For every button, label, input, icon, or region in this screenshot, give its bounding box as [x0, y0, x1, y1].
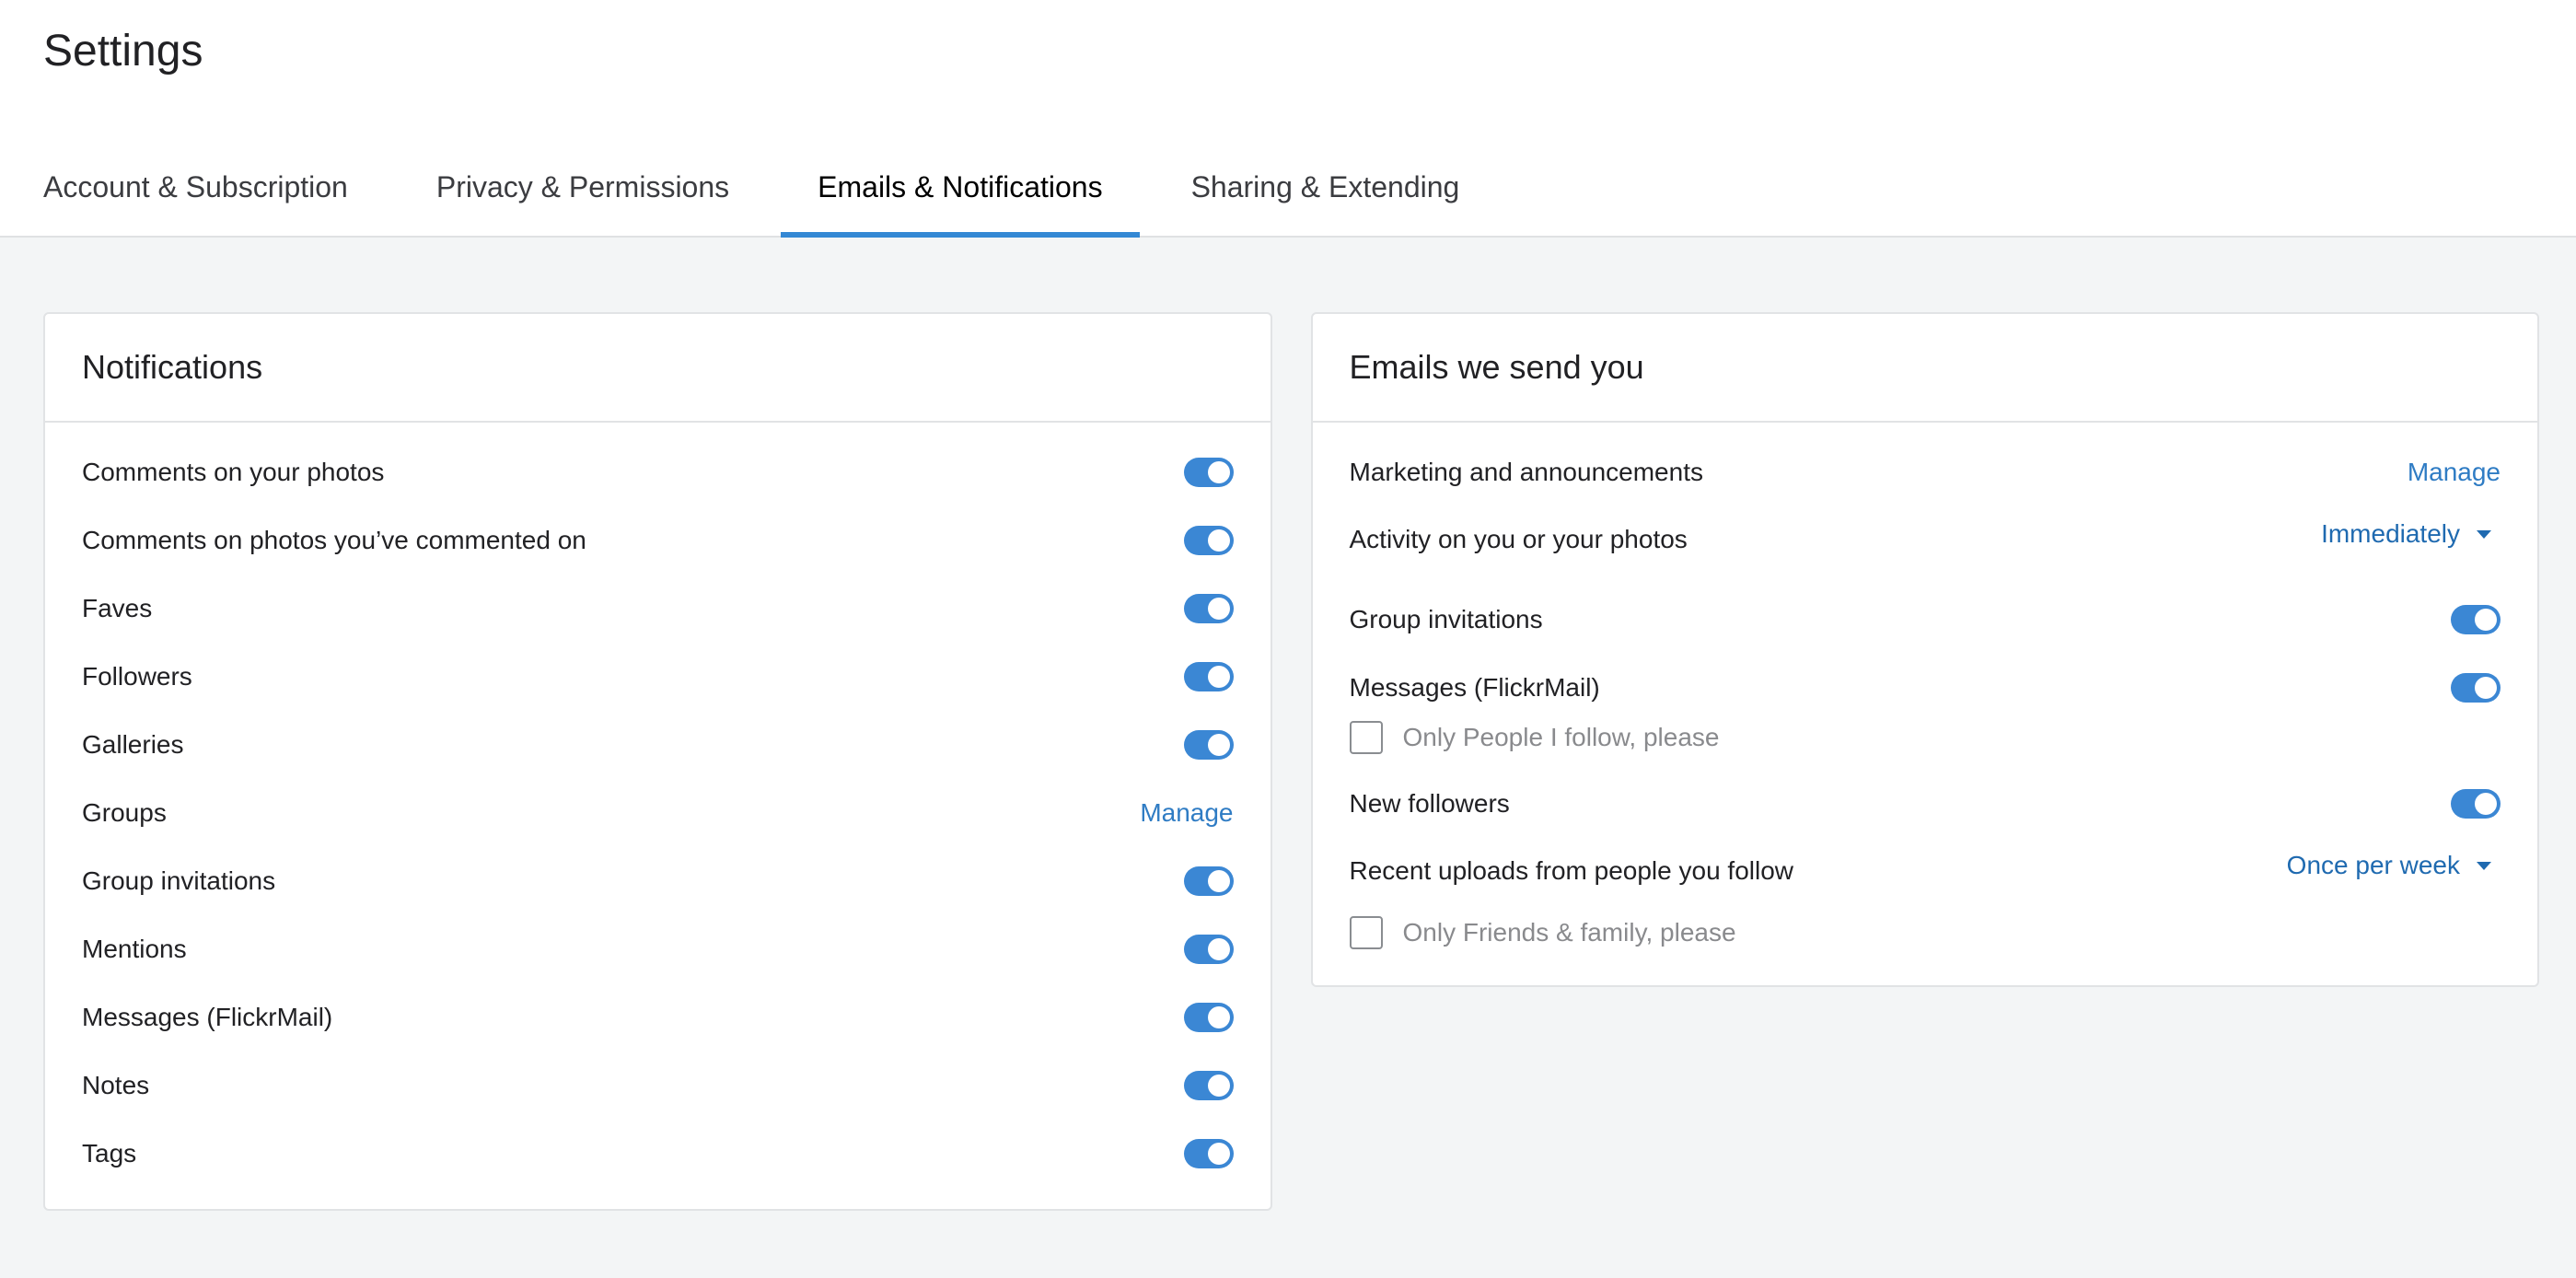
chevron-down-icon: [2477, 861, 2491, 870]
email-label: Group invitations: [1349, 605, 1543, 633]
comments-on-commented-toggle[interactable]: [1183, 526, 1234, 555]
notification-label: Faves: [82, 594, 153, 622]
notifications-panel: Notifications Comments on your photos Co…: [43, 312, 1272, 1211]
settings-header: Settings Account & Subscription Privacy …: [0, 0, 2576, 238]
notification-row-galleries: Galleries: [45, 711, 1271, 779]
notification-row-followers: Followers: [45, 643, 1271, 711]
notification-row-comments-on-photos: Comments on your photos: [45, 438, 1271, 506]
email-row-recent-uploads: Recent uploads from people you follow On…: [1313, 838, 2538, 917]
notification-label: Groups: [82, 798, 167, 827]
notification-row-notes: Notes: [45, 1051, 1271, 1120]
settings-tabs: Account & Subscription Privacy & Permiss…: [0, 142, 1511, 238]
emails-list: Marketing and announcements Manage Activ…: [1313, 423, 2538, 954]
email-row-new-followers: New followers: [1313, 770, 2538, 838]
recent-uploads-frequency-dropdown[interactable]: Once per week: [2287, 851, 2491, 880]
tags-toggle[interactable]: [1183, 1139, 1234, 1168]
email-label: Marketing and announcements: [1349, 458, 1703, 486]
notification-row-groups: Groups Manage: [45, 779, 1271, 847]
faves-toggle[interactable]: [1183, 594, 1234, 623]
email-row-group-invitations: Group invitations: [1313, 586, 2538, 654]
email-row-activity: Activity on you or your photos Immediate…: [1313, 506, 2538, 586]
notes-toggle[interactable]: [1183, 1071, 1234, 1100]
notification-row-messages: Messages (FlickrMail): [45, 983, 1271, 1051]
emails-panel-title: Emails we send you: [1312, 314, 2537, 423]
notification-row-tags: Tags: [45, 1120, 1271, 1188]
followers-toggle[interactable]: [1183, 662, 1234, 691]
notification-label: Followers: [82, 662, 192, 691]
recent-uploads-frequency-value: Once per week: [2286, 851, 2460, 879]
email-messages-toggle[interactable]: [2451, 673, 2501, 703]
notification-row-group-invitations: Group invitations: [45, 847, 1271, 915]
emails-panel: Emails we send you Marketing and announc…: [1310, 312, 2539, 987]
notification-label: Mentions: [82, 935, 187, 963]
only-people-i-follow-label: Only People I follow, please: [1402, 723, 1720, 751]
tab-emails-notifications[interactable]: Emails & Notifications: [781, 142, 1140, 238]
notification-row-faves: Faves: [45, 575, 1271, 643]
notification-label: Comments on your photos: [82, 458, 385, 486]
group-invitations-toggle[interactable]: [1183, 866, 1234, 896]
email-label: Messages (FlickrMail): [1349, 673, 1600, 702]
mentions-toggle[interactable]: [1183, 935, 1234, 964]
notification-label: Group invitations: [82, 866, 276, 895]
notification-row-mentions: Mentions: [45, 915, 1271, 983]
groups-manage-link[interactable]: Manage: [1140, 798, 1233, 828]
settings-panels: Notifications Comments on your photos Co…: [43, 312, 2539, 1211]
tab-sharing-extending[interactable]: Sharing & Extending: [1155, 142, 1497, 238]
tab-privacy-permissions[interactable]: Privacy & Permissions: [400, 142, 766, 238]
only-people-i-follow-checkbox[interactable]: [1349, 721, 1383, 754]
notifications-list: Comments on your photos Comments on phot…: [45, 423, 1271, 1188]
notification-label: Messages (FlickrMail): [82, 1003, 333, 1031]
notifications-panel-title: Notifications: [45, 314, 1271, 423]
email-label: Recent uploads from people you follow: [1349, 856, 1794, 885]
recent-uploads-friends-family-option: Only Friends & family, please: [1313, 912, 2538, 954]
notification-label: Notes: [82, 1071, 150, 1099]
messages-toggle[interactable]: [1183, 1003, 1234, 1032]
email-row-messages: Messages (FlickrMail): [1313, 654, 2538, 722]
activity-frequency-dropdown[interactable]: Immediately: [2321, 519, 2491, 549]
email-label: New followers: [1349, 789, 1510, 818]
email-label: Activity on you or your photos: [1349, 525, 1688, 553]
galleries-toggle[interactable]: [1183, 730, 1234, 760]
tab-account-subscription[interactable]: Account & Subscription: [6, 142, 385, 238]
comments-on-photos-toggle[interactable]: [1183, 458, 1234, 487]
email-group-invitations-toggle[interactable]: [2451, 605, 2501, 634]
only-friends-family-checkbox[interactable]: [1349, 916, 1383, 949]
page-title: Settings: [43, 27, 203, 76]
marketing-manage-link[interactable]: Manage: [2408, 458, 2501, 487]
notification-label: Comments on photos you’ve commented on: [82, 526, 586, 554]
notification-row-comments-on-commented: Comments on photos you’ve commented on: [45, 506, 1271, 575]
chevron-down-icon: [2477, 529, 2491, 539]
email-new-followers-toggle[interactable]: [2451, 789, 2501, 819]
only-friends-family-label: Only Friends & family, please: [1402, 918, 1736, 947]
email-row-marketing: Marketing and announcements Manage: [1313, 438, 2538, 506]
notification-label: Galleries: [82, 730, 184, 759]
notification-label: Tags: [82, 1139, 137, 1168]
messages-only-following-option: Only People I follow, please: [1313, 716, 2538, 759]
activity-frequency-value: Immediately: [2321, 519, 2460, 548]
